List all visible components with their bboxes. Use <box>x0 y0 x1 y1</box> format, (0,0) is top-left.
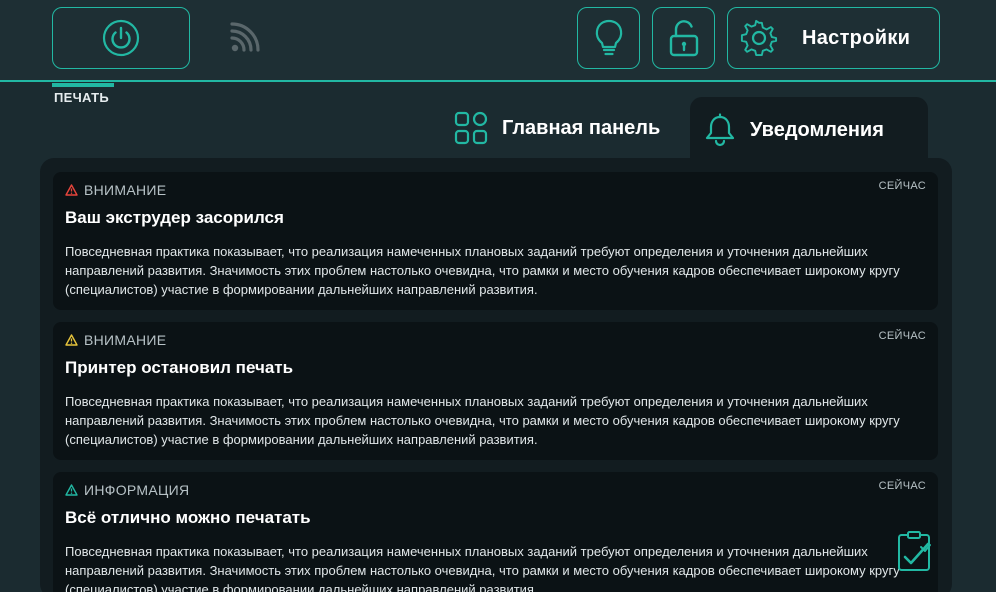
warning-icon <box>65 184 78 196</box>
warning-icon <box>65 334 78 346</box>
notification-level: ИНФОРМАЦИЯ <box>65 482 189 498</box>
notification-title: Ваш экструдер засорился <box>65 208 284 227</box>
light-button[interactable] <box>577 7 640 69</box>
power-icon <box>102 19 140 57</box>
notification-level-label: ВНИМАНИЕ <box>84 182 167 198</box>
notification-title: Всё отлично можно печатать <box>65 508 311 527</box>
notification-card[interactable]: ИНФОРМАЦИЯ СЕЙЧАС Всё отлично можно печа… <box>53 472 938 592</box>
notification-body: Повседневная практика показывает, что ре… <box>65 244 900 297</box>
settings-label: Настройки <box>802 26 911 49</box>
gear-icon <box>740 19 778 57</box>
clipboard-check-icon[interactable] <box>897 530 933 572</box>
info-icon <box>65 484 78 496</box>
notification-level: ВНИМАНИЕ <box>65 182 166 198</box>
power-button[interactable] <box>52 7 190 69</box>
notification-time: СЕЙЧАС <box>878 180 926 192</box>
notification-level: ВНИМАНИЕ <box>65 332 166 348</box>
tab-main-panel[interactable]: Главная панель <box>440 98 680 158</box>
notification-card[interactable]: ВНИМАНИЕ СЕЙЧАС Ваш экструдер засорился … <box>53 172 938 310</box>
notification-time: СЕЙЧАС <box>878 330 926 342</box>
wifi-signal-icon <box>230 22 260 52</box>
tab-notifications-label: Уведомления <box>750 118 884 141</box>
lightbulb-icon <box>595 19 622 56</box>
notification-level-label: ИНФОРМАЦИЯ <box>84 482 190 498</box>
notification-level-label: ВНИМАНИЕ <box>84 332 167 348</box>
dashboard-grid-icon <box>454 111 488 145</box>
unlock-icon <box>669 20 698 57</box>
tab-main-label: Главная панель <box>502 116 661 139</box>
notification-title: Принтер остановил печать <box>65 358 294 377</box>
settings-button[interactable]: Настройки <box>727 7 940 69</box>
tab-notifications[interactable]: Уведомления <box>690 97 928 163</box>
print-tab-label[interactable]: ПЕЧАТЬ <box>54 90 109 105</box>
notification-body: Повседневная практика показывает, что ре… <box>65 394 900 447</box>
bell-icon <box>705 113 735 147</box>
notification-card[interactable]: ВНИМАНИЕ СЕЙЧАС Принтер остановил печать… <box>53 322 938 460</box>
lock-button[interactable] <box>652 7 715 69</box>
top-bar: Настройки <box>0 0 996 82</box>
notification-body: Повседневная практика показывает, что ре… <box>65 544 900 592</box>
notification-time: СЕЙЧАС <box>878 480 926 492</box>
print-tab-indicator <box>52 83 114 87</box>
